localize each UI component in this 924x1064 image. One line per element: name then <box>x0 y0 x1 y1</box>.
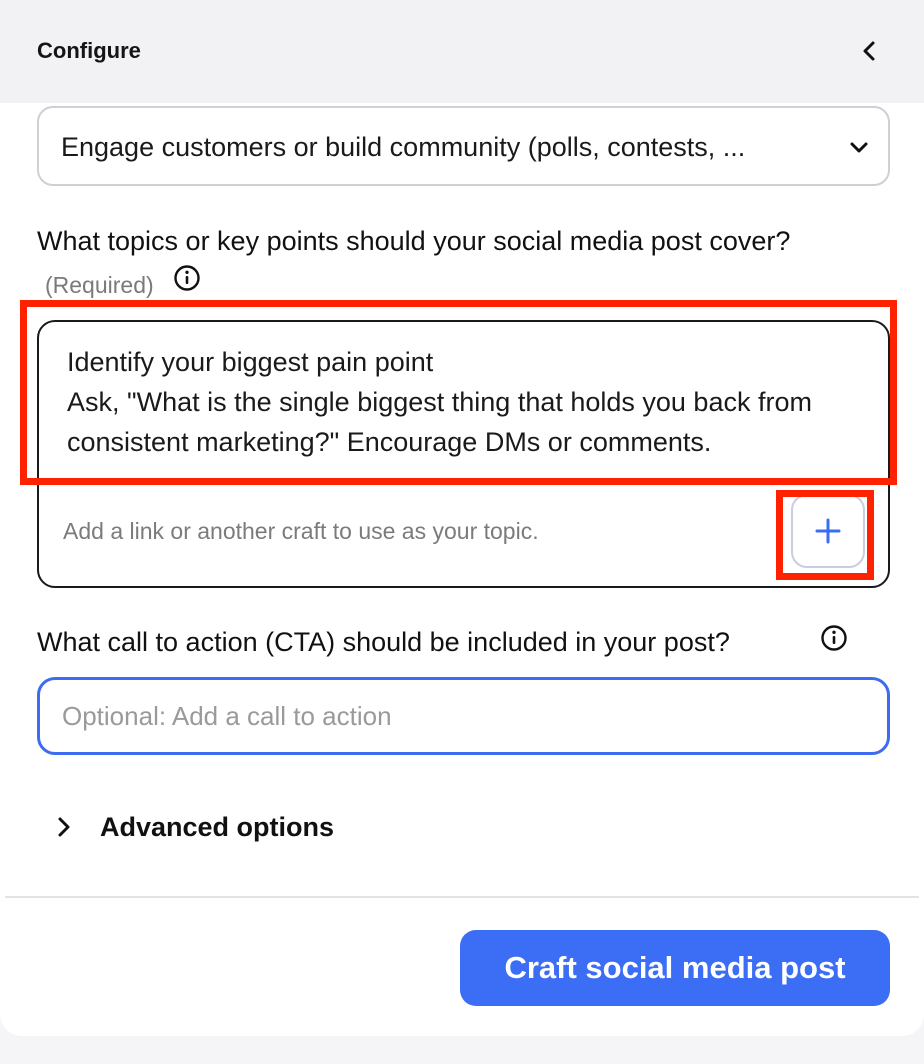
info-icon[interactable] <box>173 264 201 292</box>
cta-label: What call to action (CTA) should be incl… <box>37 627 730 657</box>
add-topic-button[interactable] <box>791 494 865 568</box>
panel-title: Configure <box>37 38 141 63</box>
topic-link-hint: Add a link or another craft to use as yo… <box>63 518 539 544</box>
goal-select[interactable]: Engage customers or build community (pol… <box>37 106 890 186</box>
advanced-options-label: Advanced options <box>100 812 335 842</box>
chevron-right-icon <box>58 817 70 837</box>
plus-icon <box>815 518 841 544</box>
configure-panel: Configure Engage customers or build comm… <box>0 0 924 1036</box>
required-label: (Required) <box>45 272 154 298</box>
chevron-left-icon <box>863 41 875 61</box>
topics-text: Identify your biggest pain point Ask, "W… <box>67 347 812 457</box>
panel-header: Configure <box>0 0 924 103</box>
craft-post-button[interactable]: Craft social media post <box>460 930 890 1006</box>
info-icon[interactable] <box>820 624 848 652</box>
topics-textarea[interactable]: Identify your biggest pain point Ask, "W… <box>37 320 890 588</box>
divider <box>5 896 919 898</box>
goal-select-value: Engage customers or build community (pol… <box>61 132 746 162</box>
cta-input[interactable] <box>37 677 890 755</box>
collapse-button[interactable] <box>852 33 888 69</box>
topics-label: What topics or key points should your so… <box>37 226 791 256</box>
advanced-options-toggle[interactable]: Advanced options <box>52 806 372 850</box>
chevron-down-icon <box>850 142 868 153</box>
